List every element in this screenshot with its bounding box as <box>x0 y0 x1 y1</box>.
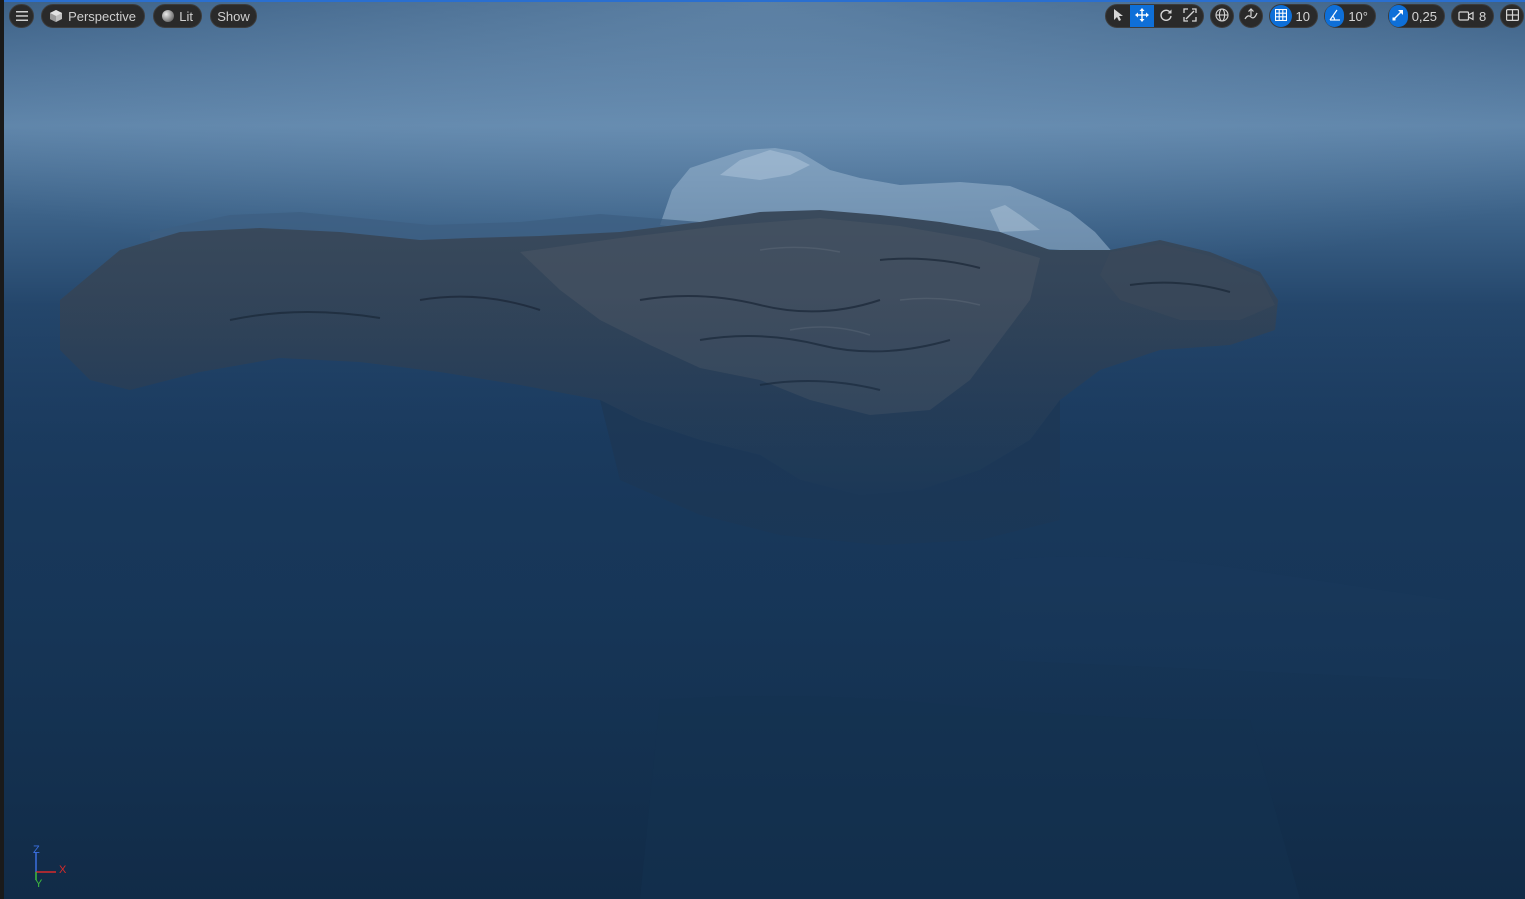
axis-z-label: Z <box>33 844 40 856</box>
cube-icon <box>48 9 64 23</box>
rotation-snap-toggle[interactable] <box>1325 5 1345 27</box>
show-button[interactable]: Show <box>210 4 257 28</box>
scale-tool-button[interactable] <box>1178 5 1202 27</box>
rotation-snap-control[interactable]: 10° <box>1324 4 1376 28</box>
select-tool-button[interactable] <box>1106 5 1130 27</box>
sphere-icon <box>160 9 175 23</box>
lit-mode-button[interactable]: Lit <box>153 4 202 28</box>
level-viewport[interactable]: Perspective Lit Show 10 10° 0,25 8 Z X Y <box>0 0 1525 899</box>
grid-snap-toggle[interactable] <box>1270 5 1292 27</box>
move-arrows-icon <box>1135 7 1149 25</box>
viewport-focus-border <box>4 0 1525 2</box>
viewport-layout-icon <box>1505 8 1519 24</box>
rotate-icon <box>1159 8 1173 25</box>
lit-label: Lit <box>179 8 193 24</box>
grid-snap-value[interactable]: 10 <box>1292 9 1317 24</box>
scale-snap-value[interactable]: 0,25 <box>1408 9 1444 24</box>
viewport-layout-button[interactable] <box>1500 4 1524 28</box>
scale-snap-toggle[interactable] <box>1389 5 1408 27</box>
scale-icon <box>1183 7 1197 25</box>
rotation-snap-value[interactable]: 10° <box>1344 9 1375 24</box>
surface-snap-icon <box>1244 7 1258 25</box>
axis-y-label: Y <box>35 878 43 890</box>
world-local-toggle[interactable] <box>1210 4 1234 28</box>
grid-icon <box>1274 8 1287 24</box>
scale-snap-control[interactable]: 0,25 <box>1388 4 1445 28</box>
grid-snap-control[interactable]: 10 <box>1269 4 1318 28</box>
terrain-scene <box>0 0 1525 899</box>
axis-indicator: Z X Y <box>26 844 76 892</box>
scale-snap-icon <box>1392 9 1404 24</box>
axis-x-label: X <box>59 864 67 876</box>
globe-icon <box>1215 7 1229 25</box>
angle-icon <box>1329 9 1341 24</box>
viewport-options-button[interactable] <box>9 4 34 28</box>
viewport-left-border <box>0 0 4 899</box>
translate-tool-button[interactable] <box>1130 5 1154 27</box>
rotate-tool-button[interactable] <box>1154 5 1178 27</box>
camera-icon <box>1458 10 1474 22</box>
perspective-button[interactable]: Perspective <box>41 4 145 28</box>
transform-tools-group <box>1105 4 1204 28</box>
hamburger-icon <box>15 9 28 24</box>
cursor-arrow-icon <box>1112 8 1124 25</box>
camera-speed-button[interactable]: 8 <box>1451 4 1494 28</box>
surface-snap-toggle[interactable] <box>1239 4 1263 28</box>
camera-speed-value: 8 <box>1479 8 1487 24</box>
perspective-label: Perspective <box>68 8 136 24</box>
show-label: Show <box>217 8 250 24</box>
